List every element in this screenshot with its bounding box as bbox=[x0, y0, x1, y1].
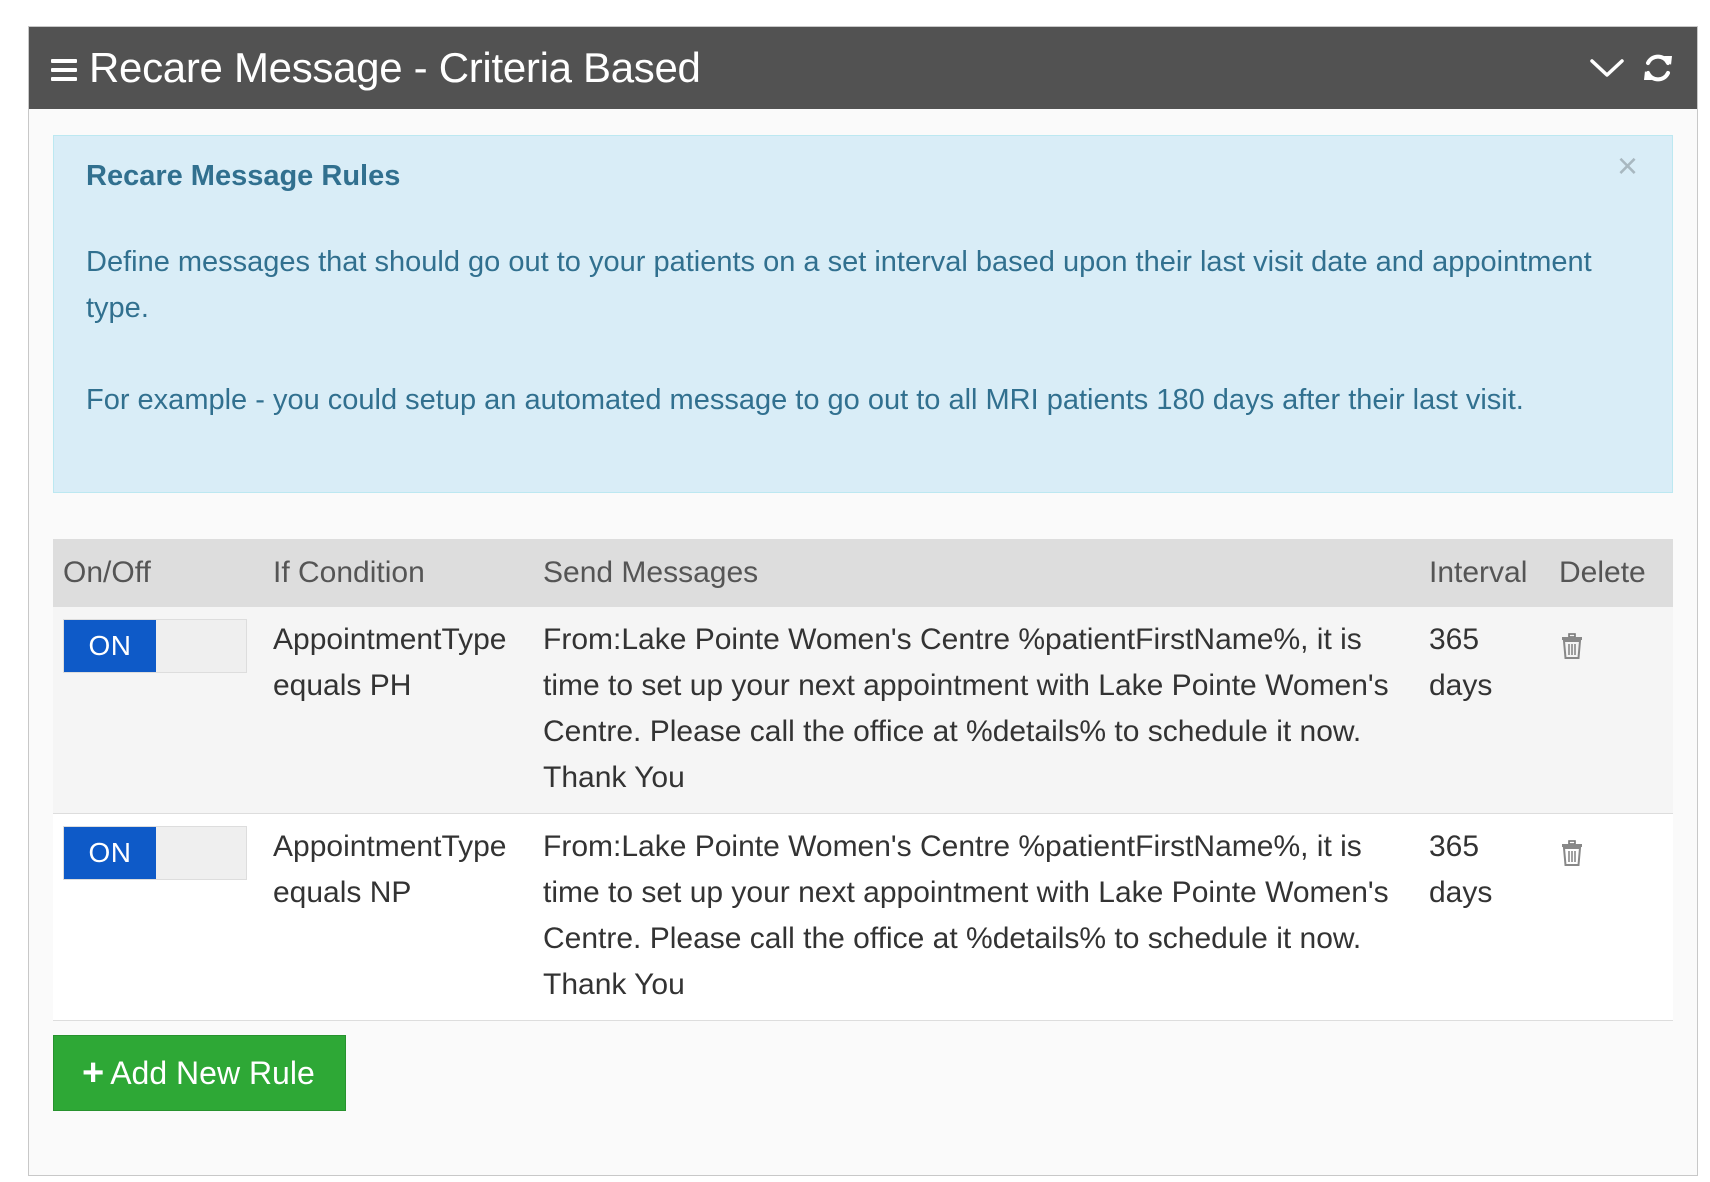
condition-cell: AppointmentType equals NP bbox=[273, 830, 507, 909]
alert-example: For example - you could setup an automat… bbox=[86, 384, 1524, 416]
header-condition: If Condition bbox=[263, 539, 533, 607]
onoff-cell: ON bbox=[53, 814, 263, 1021]
header-delete: Delete bbox=[1549, 539, 1673, 607]
interval-cell: 365 days bbox=[1419, 814, 1549, 1021]
header-interval: Interval bbox=[1419, 539, 1549, 607]
header-onoff: On/Off bbox=[53, 539, 263, 607]
on-off-toggle[interactable]: ON bbox=[63, 826, 247, 880]
add-new-rule-button[interactable]: + Add New Rule bbox=[53, 1035, 346, 1111]
chevron-down-icon[interactable] bbox=[1589, 56, 1625, 80]
message-cell: From:Lake Pointe Women's Centre %patient… bbox=[543, 830, 1389, 1001]
alert-description: Define messages that should go out to yo… bbox=[86, 246, 1592, 324]
panel-header: Recare Message - Criteria Based bbox=[29, 27, 1697, 109]
trash-icon[interactable] bbox=[1561, 627, 1663, 673]
close-icon[interactable]: × bbox=[1617, 148, 1638, 184]
interval-cell: 365 days bbox=[1419, 607, 1549, 814]
alert-title: Recare Message Rules bbox=[86, 160, 401, 192]
trash-icon[interactable] bbox=[1561, 834, 1663, 880]
interval-value: 365 bbox=[1429, 830, 1480, 863]
condition-cell: AppointmentType equals PH bbox=[273, 623, 507, 702]
info-alert: × Recare Message Rules Define messages t… bbox=[53, 135, 1673, 493]
table-header-row: On/Off If Condition Send Messages Interv… bbox=[53, 539, 1673, 607]
plus-icon: + bbox=[82, 1052, 105, 1094]
hamburger-icon[interactable] bbox=[51, 59, 77, 81]
delete-cell bbox=[1549, 814, 1673, 1021]
interval-unit: days bbox=[1429, 876, 1493, 909]
header-message: Send Messages bbox=[533, 539, 1419, 607]
toggle-on-label: ON bbox=[64, 620, 156, 672]
delete-cell bbox=[1549, 607, 1673, 814]
onoff-cell: ON bbox=[53, 607, 263, 814]
panel-body: × Recare Message Rules Define messages t… bbox=[29, 109, 1697, 1111]
refresh-icon[interactable] bbox=[1641, 51, 1675, 85]
rules-table: On/Off If Condition Send Messages Interv… bbox=[53, 539, 1673, 1021]
recare-panel: Recare Message - Criteria Based × Recare… bbox=[28, 26, 1698, 1176]
panel-title: Recare Message - Criteria Based bbox=[89, 44, 701, 91]
message-cell: From:Lake Pointe Women's Centre %patient… bbox=[543, 623, 1389, 794]
toggle-on-label: ON bbox=[64, 827, 156, 879]
header-icons bbox=[1589, 51, 1675, 85]
table-row: ON AppointmentType equals NP From:Lake P… bbox=[53, 813, 1673, 1021]
interval-value: 365 bbox=[1429, 623, 1480, 656]
add-new-rule-label: Add New Rule bbox=[110, 1054, 315, 1091]
on-off-toggle[interactable]: ON bbox=[63, 619, 247, 673]
table-row: ON AppointmentType equals PH From:Lake P… bbox=[53, 607, 1673, 814]
interval-unit: days bbox=[1429, 669, 1493, 702]
